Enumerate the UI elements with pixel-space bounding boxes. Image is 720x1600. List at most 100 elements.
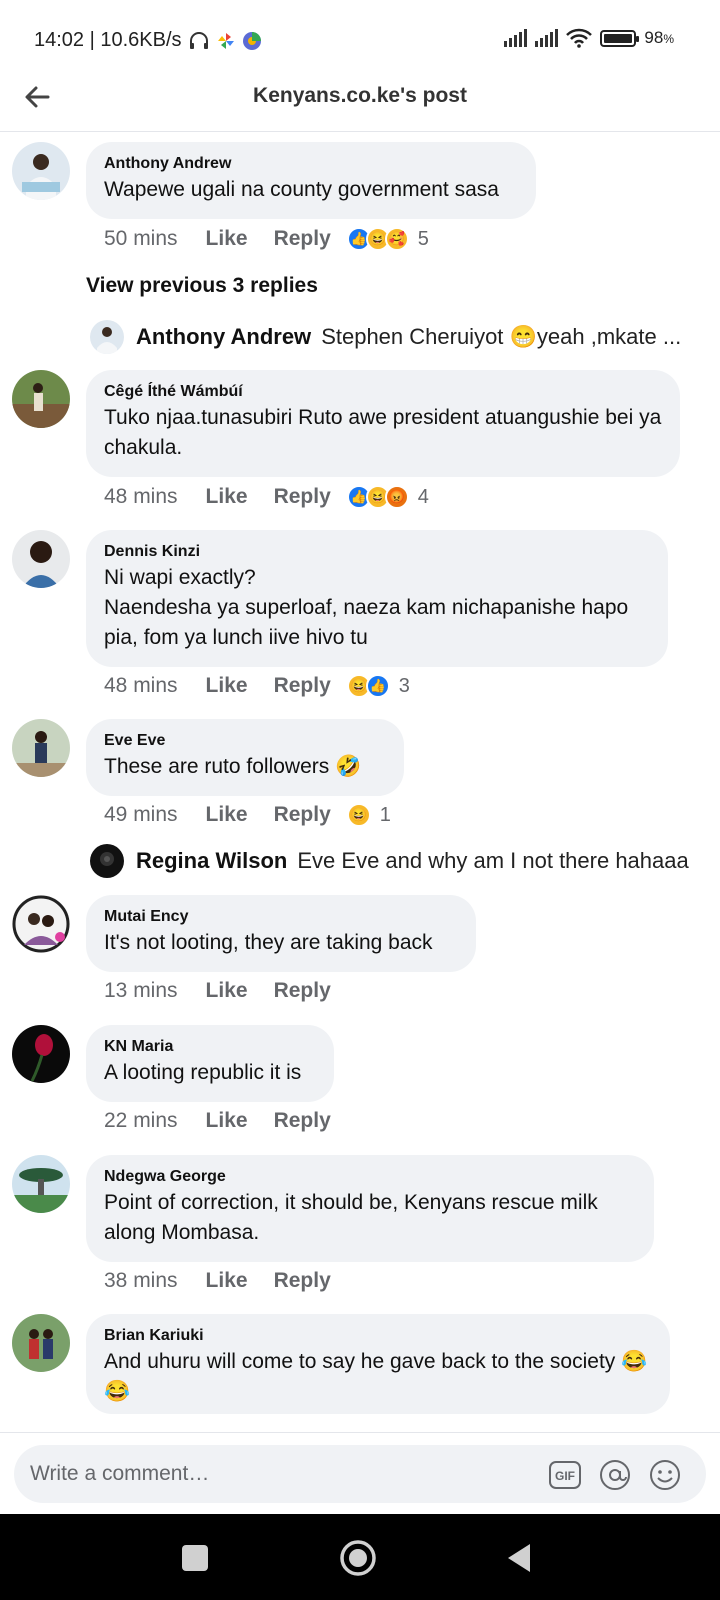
reply-author[interactable]: Regina Wilson	[136, 848, 287, 874]
battery-level: 98	[644, 28, 664, 47]
reply-preview[interactable]: Anthony Andrew Stephen Cheruiyot 😁yeah ,…	[90, 320, 681, 354]
comment-text: And uhuru will come to say he gave back …	[104, 1350, 648, 1403]
like-button[interactable]: Like	[206, 1269, 248, 1293]
reactions[interactable]: 😆 👍 3	[346, 674, 410, 698]
comment-text: It's not looting, they are taking back	[104, 931, 433, 954]
page-title: Kenyans.co.ke's post	[253, 84, 467, 107]
system-nav-bar	[0, 1514, 720, 1600]
avatar[interactable]	[12, 370, 70, 428]
avatar[interactable]	[12, 719, 70, 777]
status-time-speed: 14:02 | 10.6KB/s	[34, 29, 182, 51]
avatar	[90, 320, 124, 354]
comment-bubble: Eve Eve These are ruto followers 🤣	[86, 719, 404, 796]
comment-time[interactable]: 38 mins	[104, 1269, 178, 1293]
comment-actions: 49 mins Like Reply 😆 1	[104, 803, 391, 827]
status-bar: 14:02 | 10.6KB/s 98%	[0, 0, 720, 80]
comment-actions: 38 mins Like Reply	[104, 1269, 357, 1293]
comment-time[interactable]: 50 mins	[104, 227, 178, 251]
reply-button[interactable]: Reply	[274, 979, 331, 1003]
comment-text: Point of correction, it should be, Kenya…	[104, 1191, 598, 1244]
back-nav-icon[interactable]	[498, 1536, 542, 1580]
status-left: 14:02 | 10.6KB/s	[34, 29, 262, 52]
comment-text: Ni wapi exactly? Naendesha ya superloaf,…	[104, 566, 629, 649]
reply-button[interactable]: Reply	[274, 674, 331, 698]
battery-icon	[600, 29, 640, 47]
comment-composer: GIF	[0, 1432, 720, 1514]
comment-input-wrapper[interactable]: GIF	[14, 1445, 706, 1503]
avatar[interactable]	[12, 1155, 70, 1213]
signal-icon	[504, 29, 528, 47]
status-right: 98%	[504, 28, 674, 48]
comment-bubble: Cêgé Íthé Wámbúí Tuko njaa.tunasubiri Ru…	[86, 370, 680, 477]
like-button[interactable]: Like	[206, 803, 248, 827]
care-reaction-icon: 🥰	[384, 227, 409, 251]
reply-button[interactable]: Reply	[274, 227, 331, 251]
commenter-name[interactable]: Dennis Kinzi	[104, 542, 650, 562]
comment-feed[interactable]: Anthony Andrew Wapewe ugali na county go…	[0, 132, 720, 1432]
like-button[interactable]: Like	[206, 979, 248, 1003]
reply-author[interactable]: Anthony Andrew	[136, 324, 311, 350]
comment-actions: 22 mins Like Reply	[104, 1109, 357, 1133]
comment-text: Tuko njaa.tunasubiri Ruto awe president …	[104, 406, 662, 459]
comment-time[interactable]: 48 mins	[104, 674, 178, 698]
avatar[interactable]	[12, 895, 70, 953]
comment-actions: 48 mins Like Reply 👍 😆 😡 4	[104, 485, 429, 509]
avatar[interactable]	[12, 142, 70, 200]
comment-time[interactable]: 22 mins	[104, 1109, 178, 1133]
commenter-name[interactable]: Brian Kariuki	[104, 1326, 652, 1346]
home-icon[interactable]	[336, 1536, 380, 1580]
avatar	[90, 844, 124, 878]
avatar[interactable]	[12, 530, 70, 588]
comment-text: Wapewe ugali na county government sasa	[104, 178, 499, 201]
reactions[interactable]: 😆 1	[346, 803, 391, 827]
like-button[interactable]: Like	[206, 674, 248, 698]
reactions[interactable]: 👍 😆 🥰 5	[346, 227, 429, 251]
comment-time[interactable]: 48 mins	[104, 485, 178, 509]
commenter-name[interactable]: Eve Eve	[104, 731, 386, 751]
comment-time[interactable]: 49 mins	[104, 803, 178, 827]
commenter-name[interactable]: KN Maria	[104, 1037, 316, 1057]
reaction-count: 4	[417, 485, 429, 508]
header: Kenyans.co.ke's post	[0, 80, 720, 132]
mention-icon[interactable]	[598, 1458, 632, 1492]
gif-icon[interactable]: GIF	[548, 1458, 582, 1492]
reaction-count: 3	[398, 674, 410, 697]
angry-reaction-icon: 😡	[384, 485, 409, 509]
comment-actions: 13 mins Like Reply	[104, 979, 357, 1003]
reply-button[interactable]: Reply	[274, 1269, 331, 1293]
headphones-icon	[189, 31, 208, 49]
commenter-name[interactable]: Anthony Andrew	[104, 154, 518, 174]
comment-input[interactable]	[30, 1445, 550, 1503]
commenter-name[interactable]: Ndegwa George	[104, 1167, 636, 1187]
view-previous-replies[interactable]: View previous 3 replies	[86, 274, 318, 298]
comment-bubble: Brian Kariuki And uhuru will come to say…	[86, 1314, 670, 1414]
reply-text: Stephen Cheruiyot 😁yeah ,mkate ...	[321, 324, 682, 349]
like-reaction-icon: 👍	[365, 674, 390, 698]
avatar[interactable]	[12, 1025, 70, 1083]
gif-label: GIF	[555, 1469, 575, 1483]
comment-time[interactable]: 13 mins	[104, 979, 178, 1003]
reactions[interactable]: 👍 😆 😡 4	[346, 485, 429, 509]
comment-actions: 50 mins Like Reply 👍 😆 🥰 5	[104, 227, 429, 251]
commenter-name[interactable]: Cêgé Íthé Wámbúí	[104, 382, 662, 402]
haha-reaction-icon: 😆	[346, 803, 371, 827]
reaction-count: 5	[417, 227, 429, 250]
emoji-icon[interactable]	[648, 1458, 682, 1492]
comment-text: A looting republic it is	[104, 1061, 302, 1084]
commenter-name[interactable]: Mutai Ency	[104, 907, 458, 927]
recent-apps-icon[interactable]	[173, 1536, 217, 1580]
like-button[interactable]: Like	[206, 1109, 248, 1133]
reply-text: Eve Eve and why am I not there hahaaa	[297, 848, 689, 873]
avatar[interactable]	[12, 1314, 70, 1372]
reply-button[interactable]: Reply	[274, 803, 331, 827]
like-button[interactable]: Like	[206, 227, 248, 251]
comment-bubble: Mutai Ency It's not looting, they are ta…	[86, 895, 476, 972]
like-button[interactable]: Like	[206, 485, 248, 509]
reaction-count: 1	[379, 803, 391, 826]
reply-button[interactable]: Reply	[274, 485, 331, 509]
comment-text: These are ruto followers 🤣	[104, 755, 362, 778]
wifi-icon	[566, 28, 593, 48]
reply-button[interactable]: Reply	[274, 1109, 331, 1133]
reply-preview[interactable]: Regina Wilson Eve Eve and why am I not t…	[90, 844, 689, 878]
comment-actions: 48 mins Like Reply 😆 👍 3	[104, 674, 410, 698]
